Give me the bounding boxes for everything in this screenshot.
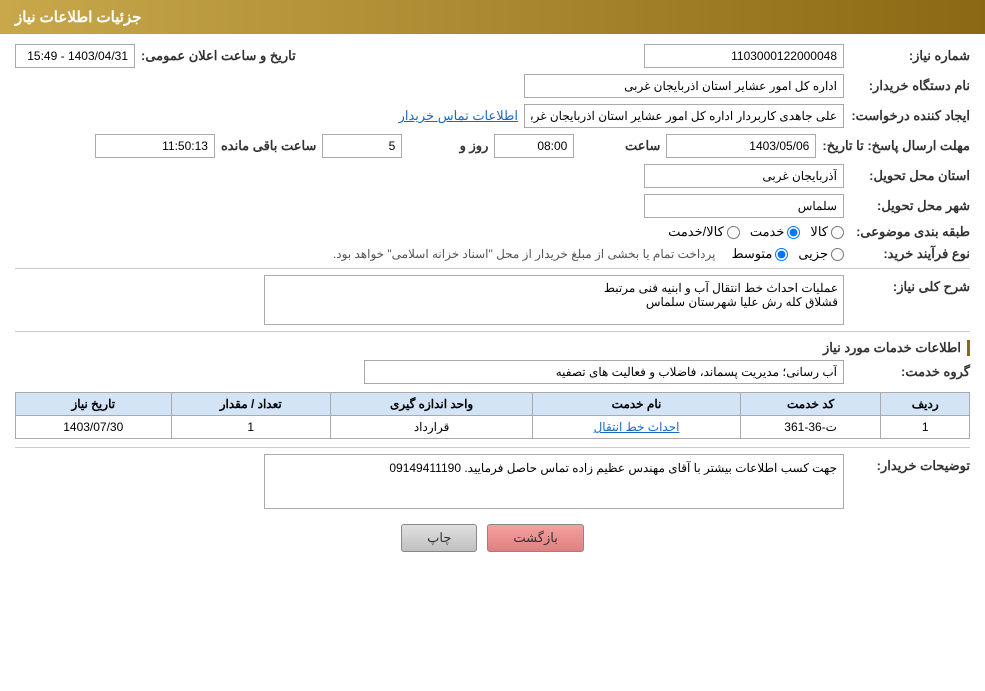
tabaqe-radio-group: کالا خدمت کالا/خدمت — [668, 224, 844, 240]
mohlat-saat-label: ساعت — [580, 138, 660, 154]
radio-kala-khedmat-input[interactable] — [727, 226, 740, 239]
radio-kala-khedmat[interactable]: کالا/خدمت — [668, 224, 740, 240]
col-vahed: واحد اندازه گیری — [330, 393, 532, 416]
nam-dastgah-input[interactable] — [524, 74, 844, 98]
page-title: جزئیات اطلاعات نیاز — [15, 9, 142, 26]
sharh-text: عملیات احداث خط انتقال آب و ابنیه فنی مر… — [264, 275, 844, 325]
cell-vahed: قرارداد — [330, 416, 532, 439]
shomara-niaz-label: شماره نیاز: — [850, 48, 970, 64]
back-button[interactable]: بازگشت — [487, 524, 583, 552]
shahr-tahvil-input[interactable] — [644, 194, 844, 218]
radio-motavasset[interactable]: متوسط — [731, 246, 788, 262]
nam-dastgah-label: نام دستگاه خریدار: — [850, 78, 970, 94]
row-shomara-tarikh: شماره نیاز: تاریخ و ساعت اعلان عمومی: — [15, 44, 970, 68]
tarikh-input[interactable] — [15, 44, 135, 68]
services-table-section: ردیف کد خدمت نام خدمت واحد اندازه گیری ت… — [15, 392, 970, 439]
ostan-tahvil-input[interactable] — [644, 164, 844, 188]
grohe-khedmat-input[interactable] — [364, 360, 844, 384]
col-tedad: تعداد / مقدار — [171, 393, 330, 416]
cell-tedad: 1 — [171, 416, 330, 439]
row-shahr-tahvil: شهر محل تحویل: — [15, 194, 970, 218]
radio-jozi-label: جزیی — [798, 246, 828, 262]
mohlat-baqi-input[interactable] — [95, 134, 215, 158]
radio-khedmat[interactable]: خدمت — [750, 224, 801, 240]
row-noue-farayand: نوع فرآیند خرید: جزیی متوسط پرداخت تمام … — [15, 246, 970, 262]
radio-motavasset-label: متوسط — [731, 246, 772, 262]
divider-2 — [15, 331, 970, 332]
cell-radif: 1 — [881, 416, 970, 439]
row-tosihaat: توضیحات خریدار: جهت کسب اطلاعات بیشتر با… — [15, 454, 970, 509]
row-tabaqe: طبقه بندی موضوعی: کالا خدمت کالا/خدمت — [15, 224, 970, 240]
radio-kala[interactable]: کالا — [810, 224, 844, 240]
mohlat-roz-label: روز و — [408, 138, 488, 154]
mohlat-roz-input[interactable] — [322, 134, 402, 158]
radio-kala-input[interactable] — [831, 226, 844, 239]
shomara-niaz-input[interactable] — [644, 44, 844, 68]
noue-farayand-label: نوع فرآیند خرید: — [850, 246, 970, 262]
sharh-line1: عملیات احداث خط انتقال آب و ابنیه فنی مر… — [604, 281, 838, 295]
row-ijad-konande: ایجاد کننده درخواست: اطلاعات تماس خریدار — [15, 104, 970, 128]
tosihaat-value: جهت کسب اطلاعات بیشتر با آقای مهندس عظیم… — [389, 461, 837, 475]
table-body: 1 ت-36-361 احداث خط انتقال قرارداد 1 140… — [16, 416, 970, 439]
col-tarikh: تاریخ نیاز — [16, 393, 172, 416]
page-wrapper: جزئیات اطلاعات نیاز شماره نیاز: تاریخ و … — [0, 0, 985, 691]
cell-name[interactable]: احداث خط انتقال — [533, 416, 741, 439]
table-row: 1 ت-36-361 احداث خط انتقال قرارداد 1 140… — [16, 416, 970, 439]
mohlat-saat-input[interactable] — [494, 134, 574, 158]
row-grohe-khedmat: گروه خدمت: — [15, 360, 970, 384]
sharh-line2: قشلاق کله رش علیا شهرستان سلماس — [646, 295, 838, 309]
services-table: ردیف کد خدمت نام خدمت واحد اندازه گیری ت… — [15, 392, 970, 439]
mohlat-label: مهلت ارسال پاسخ: تا تاریخ: — [822, 138, 970, 154]
radio-jozi-input[interactable] — [831, 248, 844, 261]
table-head: ردیف کد خدمت نام خدمت واحد اندازه گیری ت… — [16, 393, 970, 416]
divider-1 — [15, 268, 970, 269]
print-button[interactable]: چاپ — [401, 524, 477, 552]
cell-tarikh: 1403/07/30 — [16, 416, 172, 439]
tabaqe-label: طبقه بندی موضوعی: — [850, 224, 970, 240]
tarikh-label: تاریخ و ساعت اعلان عمومی: — [141, 48, 296, 64]
mohlat-date-input[interactable] — [666, 134, 816, 158]
radio-kala-label: کالا — [810, 224, 828, 240]
radio-khedmat-label: خدمت — [750, 224, 785, 240]
noue-note: پرداخت تمام یا بخشی از مبلغ خریدار از مح… — [333, 247, 716, 261]
page-header: جزئیات اطلاعات نیاز — [0, 0, 985, 34]
row-sharh: شرح کلی نیاز: عملیات احداث خط انتقال آب … — [15, 275, 970, 325]
mohlat-baqi-label: ساعت باقی مانده — [221, 138, 316, 154]
table-header-row: ردیف کد خدمت نام خدمت واحد اندازه گیری ت… — [16, 393, 970, 416]
sharh-label: شرح کلی نیاز: — [850, 279, 970, 295]
bottom-buttons: بازگشت چاپ — [15, 524, 970, 567]
divider-3 — [15, 447, 970, 448]
row-nam-dastgah: نام دستگاه خریدار: — [15, 74, 970, 98]
ijad-konande-input[interactable] — [524, 104, 844, 128]
radio-motavasset-input[interactable] — [775, 248, 788, 261]
ettelaat-khadamat-title: اطلاعات خدمات مورد نیاز — [15, 340, 970, 356]
tosihaat-label: توضیحات خریدار: — [850, 458, 970, 474]
cell-code: ت-36-361 — [740, 416, 881, 439]
content-area: شماره نیاز: تاریخ و ساعت اعلان عمومی: نا… — [0, 34, 985, 577]
radio-khedmat-input[interactable] — [787, 226, 800, 239]
ijad-konande-label: ایجاد کننده درخواست: — [850, 108, 970, 124]
tosihaat-text: جهت کسب اطلاعات بیشتر با آقای مهندس عظیم… — [264, 454, 844, 509]
radio-jozi[interactable]: جزیی — [798, 246, 844, 262]
noue-radio-group: جزیی متوسط — [731, 246, 844, 262]
shahr-tahvil-label: شهر محل تحویل: — [850, 198, 970, 214]
col-radif: ردیف — [881, 393, 970, 416]
col-name: نام خدمت — [533, 393, 741, 416]
col-code: کد خدمت — [740, 393, 881, 416]
ostan-tahvil-label: استان محل تحویل: — [850, 168, 970, 184]
row-mohlat: مهلت ارسال پاسخ: تا تاریخ: ساعت روز و سا… — [15, 134, 970, 158]
radio-kala-khedmat-label: کالا/خدمت — [668, 224, 724, 240]
grohe-khedmat-label: گروه خدمت: — [850, 364, 970, 380]
ettelaat-tamas-link[interactable]: اطلاعات تماس خریدار — [399, 108, 518, 124]
row-ostan-tahvil: استان محل تحویل: — [15, 164, 970, 188]
